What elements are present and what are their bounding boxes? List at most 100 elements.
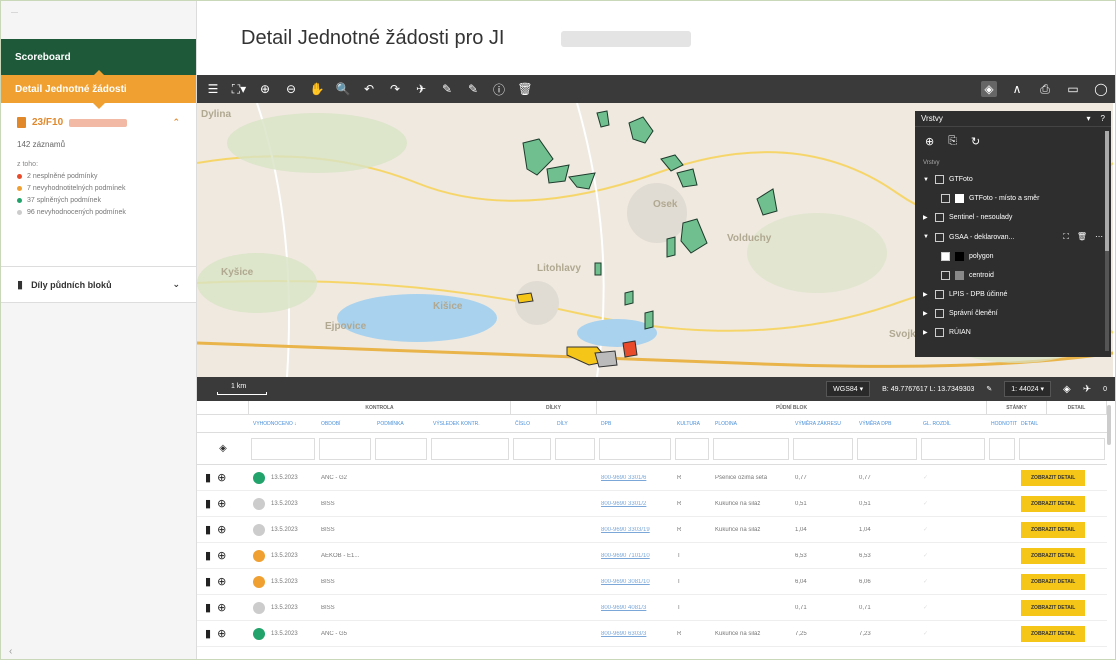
pencil-icon[interactable]: ✎ [986, 385, 992, 393]
expand-icon[interactable]: ▶ [923, 329, 930, 336]
layer-row[interactable]: ▶ RÚIAN [915, 323, 1111, 342]
blocks-section[interactable]: ▮ Díly půdních bloků ⌄ [1, 267, 196, 303]
row-dpb-link[interactable]: 800-9690 3301/6 [597, 475, 673, 481]
zoom-out-icon[interactable]: ⊖ [283, 81, 299, 97]
show-detail-button[interactable]: ZOBRAZIT DETAIL [1021, 625, 1086, 642]
layers-collapse-icon[interactable]: ▾ [1087, 114, 1091, 123]
book-icon[interactable]: ▮ [205, 575, 211, 588]
book-icon[interactable]: ▮ [205, 627, 211, 640]
show-detail-button[interactable]: ZOBRAZIT DETAIL [1021, 521, 1086, 538]
layers-icon[interactable]: ◈ [1063, 384, 1071, 395]
table-row[interactable]: ▮ ⊕ 13.5.2023 BISS 800-9690 4081/3 T 0,7… [197, 595, 1107, 621]
layer-row[interactable]: GTFoto - místo a směr [915, 189, 1111, 208]
book-icon[interactable]: ▮ [205, 497, 211, 510]
layer-checkbox[interactable] [941, 194, 950, 203]
layer-action-icon[interactable]: ⋯ [1095, 232, 1103, 242]
layer-row[interactable]: polygon [915, 247, 1111, 266]
row-dpb-link[interactable]: 800-9690 3301/2 [597, 501, 673, 507]
column-header[interactable]: DETAIL [1017, 415, 1107, 432]
navigate-icon[interactable]: ✈ [413, 81, 429, 97]
column-filter-input[interactable] [713, 437, 789, 460]
column-header[interactable]: OBDOBÍ [317, 415, 373, 432]
layer-row[interactable]: ▶ Sentinel - nesoulady [915, 208, 1111, 227]
book-icon[interactable]: ▮ [205, 523, 211, 536]
layer-checkbox[interactable] [935, 232, 944, 242]
column-header[interactable]: PLODINA [711, 415, 791, 432]
draw-icon[interactable]: ✎ [439, 81, 455, 97]
layer-checkbox[interactable] [941, 252, 950, 261]
layer-row[interactable]: ▶ Správní členění [915, 304, 1111, 323]
row-dpb-link[interactable]: 800-9690 3081/10 [597, 579, 673, 585]
column-filter-input[interactable] [431, 437, 509, 460]
layer-checkbox[interactable] [935, 290, 944, 299]
show-detail-button[interactable]: ZOBRAZIT DETAIL [1021, 469, 1086, 486]
add-circle-icon[interactable]: ⊕ [217, 497, 226, 510]
application-header[interactable]: 23/F10 ⌃ [17, 117, 180, 128]
nav-detail-application[interactable]: Detail Jednotné žádosti [1, 75, 196, 109]
menu-icon[interactable]: ☰ [205, 81, 221, 97]
layer-action-icon[interactable]: ⛶ [1063, 232, 1069, 242]
add-layer-icon[interactable]: ⊕ [925, 135, 934, 148]
column-header[interactable]: KULTURA [673, 415, 711, 432]
column-header[interactable]: HODNOTIT [987, 415, 1017, 432]
refresh-icon[interactable]: ↻ [971, 135, 980, 148]
layers-scrollbar[interactable] [1105, 131, 1109, 351]
column-filter-input[interactable] [921, 437, 985, 460]
column-header[interactable]: DÍLY [553, 415, 597, 432]
frame-icon[interactable]: ▭ [1065, 81, 1081, 97]
zoom-box-icon[interactable]: 🔍 [335, 81, 351, 97]
zoom-select[interactable]: 1: 44024 ▾ [1004, 381, 1051, 397]
column-header[interactable]: VÝMĚRA DPB [855, 415, 919, 432]
measure-angle-icon[interactable]: ∧ [1009, 81, 1025, 97]
undo-icon[interactable]: ↶ [361, 81, 377, 97]
attach-layer-icon[interactable]: ⎘ [948, 135, 957, 148]
zoom-in-icon[interactable]: ⊕ [257, 81, 273, 97]
layer-action-icon[interactable]: 🗑 [1077, 232, 1087, 242]
row-dpb-link[interactable]: 800-9690 7101/10 [597, 553, 673, 559]
column-header[interactable] [197, 415, 249, 432]
column-filter-input[interactable] [1019, 437, 1105, 460]
print-icon[interactable]: ⎙ [1037, 81, 1053, 97]
column-filter-input[interactable] [989, 437, 1015, 460]
add-circle-icon[interactable]: ⊕ [217, 549, 226, 562]
row-dpb-link[interactable]: 800-9690 6303/3 [597, 631, 673, 637]
table-row[interactable]: ▮ ⊕ 13.5.2023 BISS 800-9690 3081/10 T 6,… [197, 569, 1107, 595]
column-header[interactable]: VÝSLEDEK KONTR. [429, 415, 511, 432]
column-filter-input[interactable] [319, 437, 371, 460]
column-filter-input[interactable] [599, 437, 671, 460]
table-row[interactable]: ▮ ⊕ 13.5.2023 BISS 800-9690 3303/19 R Ku… [197, 517, 1107, 543]
expand-icon[interactable]: ▶ [923, 214, 930, 221]
table-row[interactable]: ▮ ⊕ 13.5.2023 AEKOB - E1... 800-9690 710… [197, 543, 1107, 569]
navigate-icon[interactable]: ✈ [1083, 384, 1091, 395]
table-row[interactable]: ▮ ⊕ 13.5.2023 BISS 800-9690 3301/2 R Kuk… [197, 491, 1107, 517]
column-header[interactable]: PODMÍNKA [373, 415, 429, 432]
column-header[interactable]: VÝMĚRA ZÁKRESU [791, 415, 855, 432]
add-circle-icon[interactable]: ⊕ [217, 627, 226, 640]
layer-row[interactable]: centroid [915, 266, 1111, 285]
layer-row[interactable]: ▶ LPIS - DPB účinné [915, 285, 1111, 304]
show-detail-button[interactable]: ZOBRAZIT DETAIL [1021, 573, 1086, 590]
column-header[interactable]: DPB [597, 415, 673, 432]
expand-icon[interactable]: ▶ [923, 310, 930, 317]
help-icon[interactable]: ? [1101, 114, 1105, 123]
layers-icon[interactable]: ◈ [981, 81, 997, 97]
book-icon[interactable]: ▮ [205, 471, 211, 484]
add-circle-icon[interactable]: ⊕ [217, 601, 226, 614]
layer-checkbox[interactable] [935, 213, 944, 222]
layer-checkbox[interactable] [935, 328, 944, 337]
column-filter-input[interactable] [513, 437, 551, 460]
layers-filter-icon[interactable]: ◈ [197, 443, 249, 454]
info-icon[interactable]: ⓘ [491, 81, 507, 97]
layer-checkbox[interactable] [935, 309, 944, 318]
book-icon[interactable]: ▮ [205, 549, 211, 562]
crs-select[interactable]: WGS84 ▾ [826, 381, 871, 397]
table-row[interactable]: ▮ ⊕ 13.5.2023 ANC - G2 800-9690 3301/6 R… [197, 465, 1107, 491]
column-filter-input[interactable] [793, 437, 853, 460]
fullscreen-icon[interactable]: ⛶▾ [231, 81, 247, 97]
column-filter-input[interactable] [375, 437, 427, 460]
show-detail-button[interactable]: ZOBRAZIT DETAIL [1021, 599, 1086, 616]
table-scrollbar[interactable] [1107, 405, 1111, 445]
row-dpb-link[interactable]: 800-9690 3303/19 [597, 527, 673, 533]
column-filter-input[interactable] [857, 437, 917, 460]
chevron-down-icon[interactable]: ⌄ [172, 279, 180, 290]
